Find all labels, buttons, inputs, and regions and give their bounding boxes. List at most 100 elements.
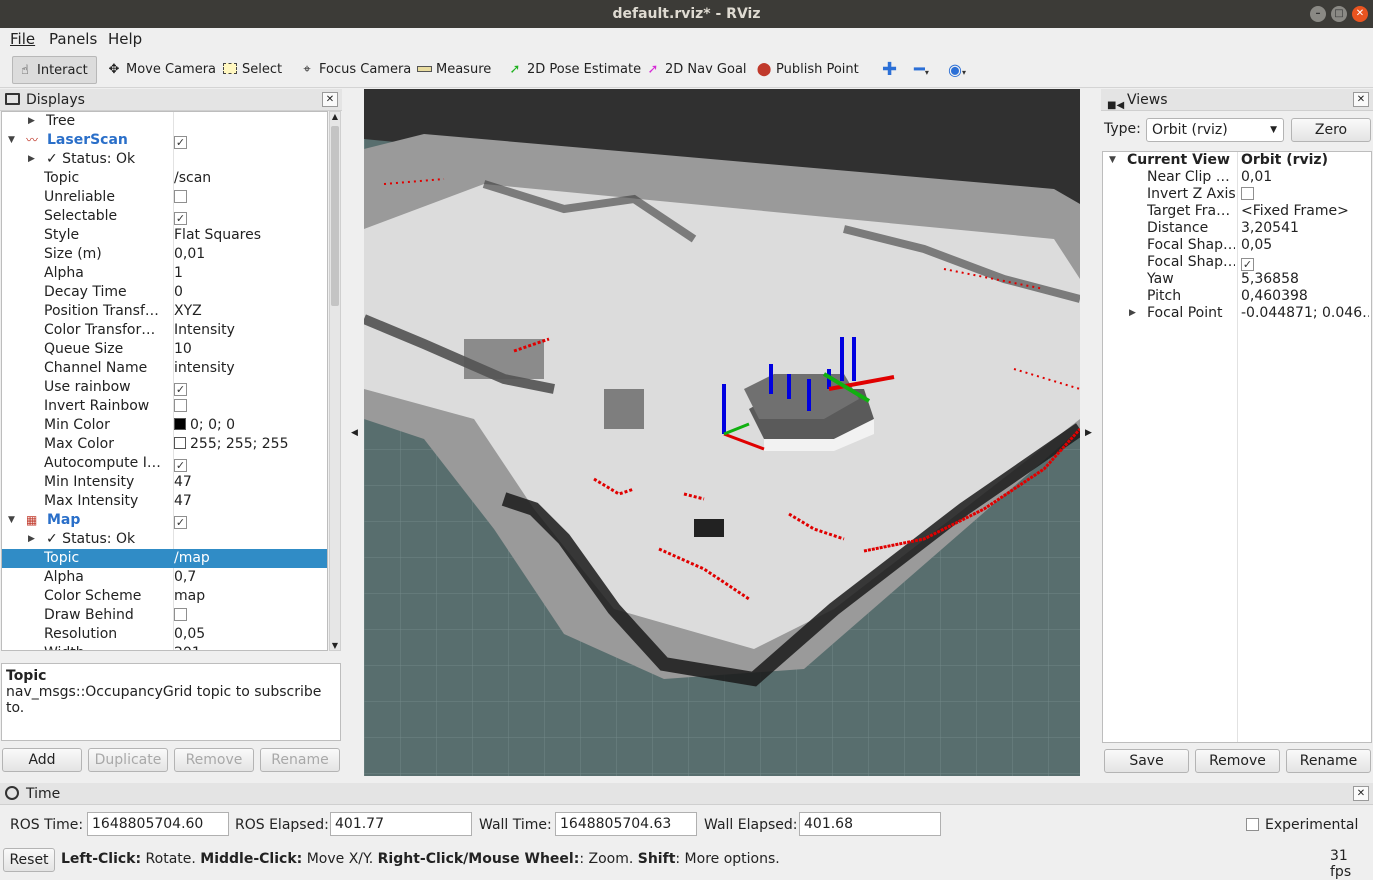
view-property-row[interactable]: Near Clip … 0,01 <box>1103 169 1371 186</box>
expand-down-icon[interactable]: ▼ <box>8 131 15 150</box>
maximize-icon[interactable]: □ <box>1331 6 1347 22</box>
view-property-value[interactable]: 0,01 <box>1241 169 1369 186</box>
property-value[interactable]: XYZ <box>174 303 202 319</box>
property-checkbox[interactable]: ✓ <box>174 212 187 225</box>
view-property-value[interactable]: <Fixed Frame> <box>1241 203 1369 220</box>
property-value[interactable]: 0,01 <box>174 246 205 262</box>
menu-file[interactable]: File <box>10 30 35 48</box>
remove-view-button[interactable]: Remove <box>1195 749 1280 773</box>
display-property-row[interactable]: Resolution 0,05 <box>2 625 327 644</box>
menu-panels[interactable]: Panels <box>49 30 97 48</box>
close-window-icon[interactable]: ✕ <box>1352 6 1368 22</box>
view-property-row[interactable]: Pitch 0,460398 <box>1103 288 1371 305</box>
display-property-row[interactable]: Autocompute I… ✓ <box>2 454 327 473</box>
remove-display-button[interactable]: Remove <box>174 748 254 772</box>
expand-right-icon[interactable]: ▶ <box>28 150 35 169</box>
view-property-row[interactable]: ▶ Focal Point -0.044871; 0.046… <box>1103 305 1371 322</box>
menu-help[interactable]: Help <box>108 30 142 48</box>
display-property-row[interactable]: Size (m) 0,01 <box>2 245 327 264</box>
remove-tool-icon[interactable]: ━▾ <box>910 56 929 84</box>
close-icon[interactable]: ✕ <box>322 92 338 107</box>
interact-tool[interactable]: ☝ Interact <box>12 56 97 84</box>
rename-view-button[interactable]: Rename <box>1286 749 1371 773</box>
property-value[interactable]: 201 <box>174 645 201 650</box>
expand-right-icon[interactable]: ▶ <box>28 530 35 549</box>
display-property-row[interactable]: Position Transf… XYZ <box>2 302 327 321</box>
display-property-row[interactable]: Invert Rainbow <box>2 397 327 416</box>
display-property-row[interactable]: Alpha 1 <box>2 264 327 283</box>
view-property-value[interactable]: 3,20541 <box>1241 220 1369 237</box>
color-swatch[interactable] <box>174 418 186 430</box>
display-property-row[interactable]: Decay Time 0 <box>2 283 327 302</box>
focus-camera-tool[interactable]: ⌖ Focus Camera <box>295 56 411 84</box>
view-property-value[interactable] <box>1241 186 1369 203</box>
color-swatch[interactable] <box>174 437 186 449</box>
collapse-left-icon[interactable]: ◀ <box>351 428 358 438</box>
property-value[interactable]: map <box>174 588 205 604</box>
property-value[interactable]: 0,7 <box>174 569 196 585</box>
views-tree[interactable]: ▼ Current View Orbit (rviz) Near Clip … 0,01… <box>1102 151 1372 743</box>
add-tool-icon[interactable]: ✚ <box>878 56 897 84</box>
collapse-right-icon[interactable]: ▶ <box>1085 428 1092 438</box>
property-value[interactable]: Flat Squares <box>174 227 261 243</box>
view-type-select[interactable]: Orbit (rviz) ▼ <box>1146 118 1284 142</box>
view-property-value[interactable]: 5,36858 <box>1241 271 1369 288</box>
display-property-row[interactable]: Max Color 255; 255; 255 <box>2 435 327 454</box>
display-property-row[interactable]: Color Scheme map <box>2 587 327 606</box>
view-property-row[interactable]: Yaw 5,36858 <box>1103 271 1371 288</box>
property-value[interactable]: intensity <box>174 360 235 376</box>
property-checkbox[interactable]: ✓ <box>174 459 187 472</box>
view-property-value[interactable]: Orbit (rviz) <box>1241 152 1369 169</box>
display-property-row[interactable]: Width 201 <box>2 644 327 650</box>
view-property-value[interactable]: ✓ <box>1241 254 1369 271</box>
view-property-value[interactable]: -0.044871; 0.046… <box>1241 305 1369 322</box>
property-value[interactable]: 0,05 <box>174 626 205 642</box>
publish-point-tool[interactable]: ⬤ Publish Point <box>752 56 859 84</box>
display-property-row[interactable]: Draw Behind <box>2 606 327 625</box>
display-property-row[interactable]: ▼ LaserScan 〰 ✓ <box>2 131 327 150</box>
display-property-row[interactable]: Use rainbow ✓ <box>2 378 327 397</box>
property-value[interactable]: /scan <box>174 170 211 186</box>
save-view-button[interactable]: Save <box>1104 749 1189 773</box>
property-checkbox[interactable] <box>174 608 187 621</box>
view-property-row[interactable]: Focal Shap… ✓ <box>1103 254 1371 271</box>
property-checkbox[interactable]: ✓ <box>174 136 187 149</box>
property-value[interactable]: /map <box>174 550 210 566</box>
display-property-row[interactable]: Queue Size 10 <box>2 340 327 359</box>
minimize-icon[interactable]: – <box>1310 6 1326 22</box>
view-property-row[interactable]: Focal Shap… 0,05 <box>1103 237 1371 254</box>
display-property-row[interactable]: Topic/scan <box>2 169 327 188</box>
measure-tool[interactable]: Measure <box>412 56 491 84</box>
zero-button[interactable]: Zero <box>1291 118 1371 142</box>
display-property-row[interactable]: Selectable ✓ <box>2 207 327 226</box>
ros-elapsed-field[interactable]: 401.77 <box>330 812 472 836</box>
reset-button[interactable]: Reset <box>3 848 55 872</box>
property-value[interactable]: 255; 255; 255 <box>190 436 289 452</box>
eye-icon[interactable]: ◉▾ <box>944 56 966 84</box>
close-time-icon[interactable]: ✕ <box>1353 786 1369 801</box>
display-property-row[interactable]: Channel Name intensity <box>2 359 327 378</box>
display-property-row[interactable]: ▶ ✓ Status: Ok <box>2 530 327 549</box>
displays-scrollbar[interactable]: ▲ ▼ <box>329 111 341 651</box>
close-views-icon[interactable]: ✕ <box>1353 92 1369 107</box>
wall-time-field[interactable]: 1648805704.63 <box>555 812 697 836</box>
view-property-value[interactable]: 0,460398 <box>1241 288 1369 305</box>
display-property-row[interactable]: Topic/map <box>2 549 327 568</box>
duplicate-button[interactable]: Duplicate <box>88 748 168 772</box>
ros-time-field[interactable]: 1648805704.60 <box>87 812 229 836</box>
expand-down-icon[interactable]: ▼ <box>8 511 15 530</box>
view-property-row[interactable]: ▼ Current View Orbit (rviz) <box>1103 152 1371 169</box>
nav-goal-tool[interactable]: ➚ 2D Nav Goal <box>641 56 747 84</box>
displays-tree[interactable]: ▶ Tree ▼ LaserScan 〰 ✓ ▶ ✓ Status: Ok Topic/scan… <box>1 111 328 651</box>
display-property-row[interactable]: Alpha 0,7 <box>2 568 327 587</box>
display-property-row[interactable]: ▼ Map ▦ ✓ <box>2 511 327 530</box>
display-property-row[interactable]: Max Intensity 47 <box>2 492 327 511</box>
property-value[interactable]: 0; 0; 0 <box>190 417 235 433</box>
expand-right-icon[interactable]: ▶ <box>28 112 35 131</box>
property-checkbox[interactable] <box>174 190 187 203</box>
view-property-row[interactable]: Invert Z Axis <box>1103 186 1371 203</box>
property-value[interactable]: Intensity <box>174 322 235 338</box>
move-camera-tool[interactable]: ✥ Move Camera <box>102 56 216 84</box>
wall-elapsed-field[interactable]: 401.68 <box>799 812 941 836</box>
display-property-row[interactable]: Style Flat Squares <box>2 226 327 245</box>
